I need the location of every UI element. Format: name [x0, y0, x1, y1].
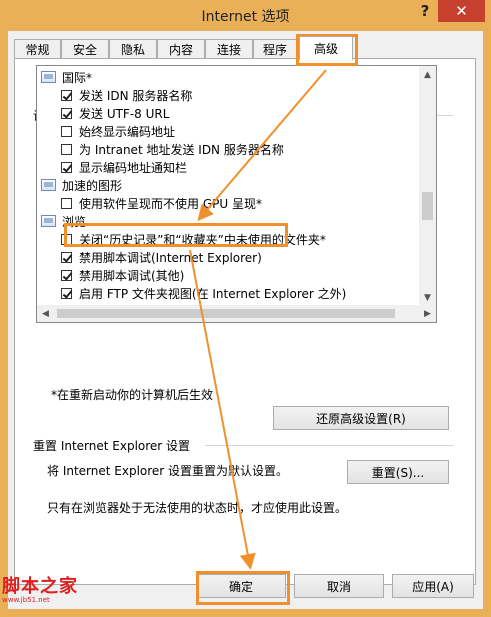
- checkbox-unchecked[interactable]: [61, 125, 72, 137]
- checkbox-unchecked[interactable]: [61, 197, 72, 209]
- tab-programs[interactable]: 程序: [253, 39, 297, 59]
- restore-advanced-button[interactable]: 还原高级设置(R): [273, 406, 449, 430]
- settings-option[interactable]: 使用软件呈现而不使用 GPU 呈现*: [61, 194, 262, 212]
- settings-option[interactable]: 为 Intranet 地址发送 IDN 服务器名称: [61, 140, 284, 158]
- checkbox-checked[interactable]: [61, 89, 72, 101]
- horizontal-scroll-thumb[interactable]: [57, 309, 395, 318]
- settings-item-label: 禁用脚本调试(Internet Explorer): [79, 250, 262, 265]
- checkbox-checked[interactable]: [61, 107, 72, 119]
- settings-option[interactable]: 发送 UTF-8 URL: [61, 104, 169, 122]
- apply-button[interactable]: 应用(A): [392, 574, 474, 598]
- settings-list[interactable]: 国际* 发送 IDN 服务器名称 发送 UTF-8 URL 始终显示编码地址为 Int…: [36, 65, 437, 323]
- restart-note: *在重新启动你的计算机后生效: [51, 388, 214, 402]
- checkbox-unchecked[interactable]: [61, 233, 72, 245]
- checkbox-checked[interactable]: [61, 161, 72, 173]
- settings-option[interactable]: 启用 FTP 文件夹视图(在 Internet Explorer 之外): [61, 284, 346, 302]
- tab-advanced[interactable]: 高级: [299, 36, 353, 60]
- scroll-up-arrow-icon[interactable]: ▲: [419, 66, 436, 83]
- settings-item-label: 启用 FTP 文件夹视图(在 Internet Explorer 之外): [79, 286, 347, 301]
- settings-category: 国际*: [41, 68, 92, 86]
- reset-description: 将 Internet Explorer 设置重置为默认设置。: [47, 464, 289, 478]
- settings-category: 加速的图形: [41, 176, 122, 194]
- reset-button[interactable]: 重置(S)...: [347, 460, 449, 484]
- close-button[interactable]: ✕: [438, 0, 485, 22]
- ok-button[interactable]: 确定: [196, 574, 286, 598]
- settings-item-label: 浏览: [62, 214, 87, 229]
- settings-item-label: 为 Intranet 地址发送 IDN 服务器名称: [79, 142, 284, 157]
- tab-general[interactable]: 常规: [14, 39, 61, 59]
- settings-item-label: 国际*: [62, 70, 93, 85]
- folder-icon: [41, 71, 56, 83]
- title-bar[interactable]: Internet 选项 ? ✕: [0, 0, 491, 32]
- settings-option[interactable]: 禁用脚本调试(Internet Explorer): [61, 248, 262, 266]
- reset-warning: 只有在浏览器处于无法使用的状态时，才应使用此设置。: [47, 501, 348, 515]
- settings-item-label: 始终显示编码地址: [79, 124, 176, 139]
- scroll-down-arrow-icon[interactable]: ▼: [419, 289, 436, 306]
- checkbox-checked[interactable]: [61, 287, 72, 299]
- scroll-left-arrow-icon[interactable]: ◀: [37, 305, 54, 322]
- settings-option[interactable]: 关闭“历史记录”和“收藏夹”中未使用的文件夹*: [61, 230, 326, 248]
- internet-options-window: Internet 选项 ? ✕ 常规 安全 隐私 内容 连接 程序 高级 设置 …: [0, 0, 491, 617]
- settings-option[interactable]: 显示编码地址通知栏: [61, 158, 187, 176]
- reset-group-label: 重置 Internet Explorer 设置: [33, 437, 195, 454]
- checkbox-checked[interactable]: [61, 251, 72, 263]
- settings-item-label: 显示编码地址通知栏: [79, 160, 188, 175]
- reset-group-line: [205, 445, 453, 446]
- settings-option[interactable]: 发送 IDN 服务器名称: [61, 86, 192, 104]
- tab-privacy[interactable]: 隐私: [109, 39, 157, 59]
- scroll-right-arrow-icon[interactable]: ▶: [419, 305, 436, 322]
- settings-option[interactable]: 禁用脚本调试(其他): [61, 266, 184, 284]
- watermark-logo: 脚本之家 www.jb51.net: [2, 572, 78, 604]
- checkbox-checked[interactable]: [61, 269, 72, 281]
- vertical-scrollbar[interactable]: ▲ ▼: [419, 66, 436, 306]
- vertical-scroll-thumb[interactable]: [422, 192, 433, 220]
- settings-item-label: 加速的图形: [62, 178, 123, 193]
- help-button[interactable]: ?: [412, 0, 438, 22]
- cancel-button[interactable]: 取消: [294, 574, 384, 598]
- settings-item-label: 发送 IDN 服务器名称: [79, 88, 193, 103]
- settings-option[interactable]: 始终显示编码地址: [61, 122, 175, 140]
- horizontal-scrollbar[interactable]: ◀ ▶: [37, 305, 436, 322]
- tab-connections[interactable]: 连接: [205, 39, 253, 59]
- checkbox-unchecked[interactable]: [61, 143, 72, 155]
- settings-item-label: 发送 UTF-8 URL: [79, 106, 170, 121]
- tab-content[interactable]: 内容: [157, 39, 205, 59]
- folder-icon: [41, 179, 56, 191]
- tab-security[interactable]: 安全: [61, 39, 109, 59]
- folder-icon: [41, 215, 56, 227]
- settings-category: 浏览: [41, 212, 86, 230]
- watermark-text: 脚本之家: [2, 576, 78, 597]
- settings-item-label: 禁用脚本调试(其他): [79, 268, 185, 283]
- settings-item-label: 使用软件呈现而不使用 GPU 呈现*: [79, 196, 262, 211]
- settings-item-label: 关闭“历史记录”和“收藏夹”中未使用的文件夹*: [79, 232, 326, 247]
